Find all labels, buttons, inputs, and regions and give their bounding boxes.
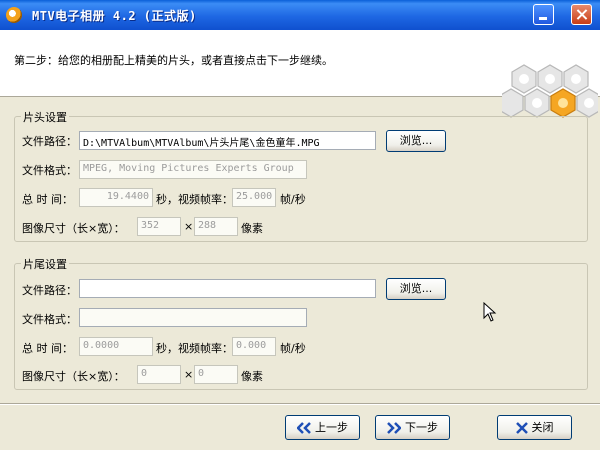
head-browse-button[interactable]: 浏览... [386,130,446,152]
tail-browse-button[interactable]: 浏览... [386,278,446,300]
close-label: 关闭 [531,421,554,434]
footer-separator [0,403,600,405]
previous-step-button[interactable]: 上一步 [285,415,360,440]
head-path-input[interactable]: D:\MTVAlbum\MTVAlbum\片头片尾\金色童年.MPG [79,131,376,150]
close-x-icon [515,422,528,434]
tail-pixel-unit: 像素 [241,370,263,383]
head-duration-label: 总 时 间： [22,193,73,206]
next-step-button[interactable]: 下一步 [375,415,450,440]
head-duration-field: 19.4400 [79,188,153,207]
head-format-label: 文件格式： [22,164,77,177]
tail-times-sign: × [184,368,194,381]
title-bar[interactable]: MTV电子相册 4.2 (正式版) [0,0,600,30]
head-size-label: 图像尺寸（长×宽）： [22,222,125,235]
head-width-field: 352 [137,217,181,236]
tail-duration-field: 0.0000 [79,337,153,356]
tail-path-input[interactable] [79,279,376,298]
app-icon [6,7,22,23]
dialog-window: MTV电子相册 4.2 (正式版) 第二步：给您的相册配上精美的片头，或者直接点… [0,0,600,450]
close-window-button[interactable] [571,4,592,25]
close-button[interactable]: 关闭 [497,415,572,440]
previous-step-label: 上一步 [315,421,348,434]
tail-format-field [79,308,307,327]
minimize-button[interactable] [533,4,554,25]
tail-fps-unit: 帧/秒 [280,342,306,355]
tail-width-field: 0 [137,365,181,384]
head-seconds-label: 秒，视频帧率： [156,193,233,206]
double-chevron-left-icon [297,422,311,434]
tail-duration-label: 总 时 间： [22,342,73,355]
double-chevron-right-icon [387,422,401,434]
head-fps-unit: 帧/秒 [280,193,306,206]
head-fps-field: 25.000 [232,188,276,207]
header-band: 第二步：给您的相册配上精美的片头，或者直接点击下一步继续。 [0,30,600,118]
head-pixel-unit: 像素 [241,222,263,235]
head-group-title: 片头设置 [21,109,69,125]
head-height-field: 288 [194,217,238,236]
tail-format-label: 文件格式： [22,313,77,326]
tail-height-field: 0 [194,365,238,384]
mouse-cursor-icon [483,302,497,322]
tail-fps-field: 0.000 [232,337,276,356]
step-instruction: 第二步：给您的相册配上精美的片头，或者直接点击下一步继续。 [14,54,333,67]
window-title: MTV电子相册 4.2 (正式版) [32,9,197,23]
tail-seconds-label: 秒，视频帧率： [156,342,233,355]
tail-group-title: 片尾设置 [21,256,69,272]
head-format-field: MPEG, Moving Pictures Experts Group [79,160,307,179]
tail-size-label: 图像尺寸（长×宽）： [22,370,125,383]
head-path-label: 文件路径： [22,135,77,148]
tail-path-label: 文件路径： [22,284,77,297]
next-step-label: 下一步 [405,421,438,434]
head-times-sign: × [184,220,194,233]
